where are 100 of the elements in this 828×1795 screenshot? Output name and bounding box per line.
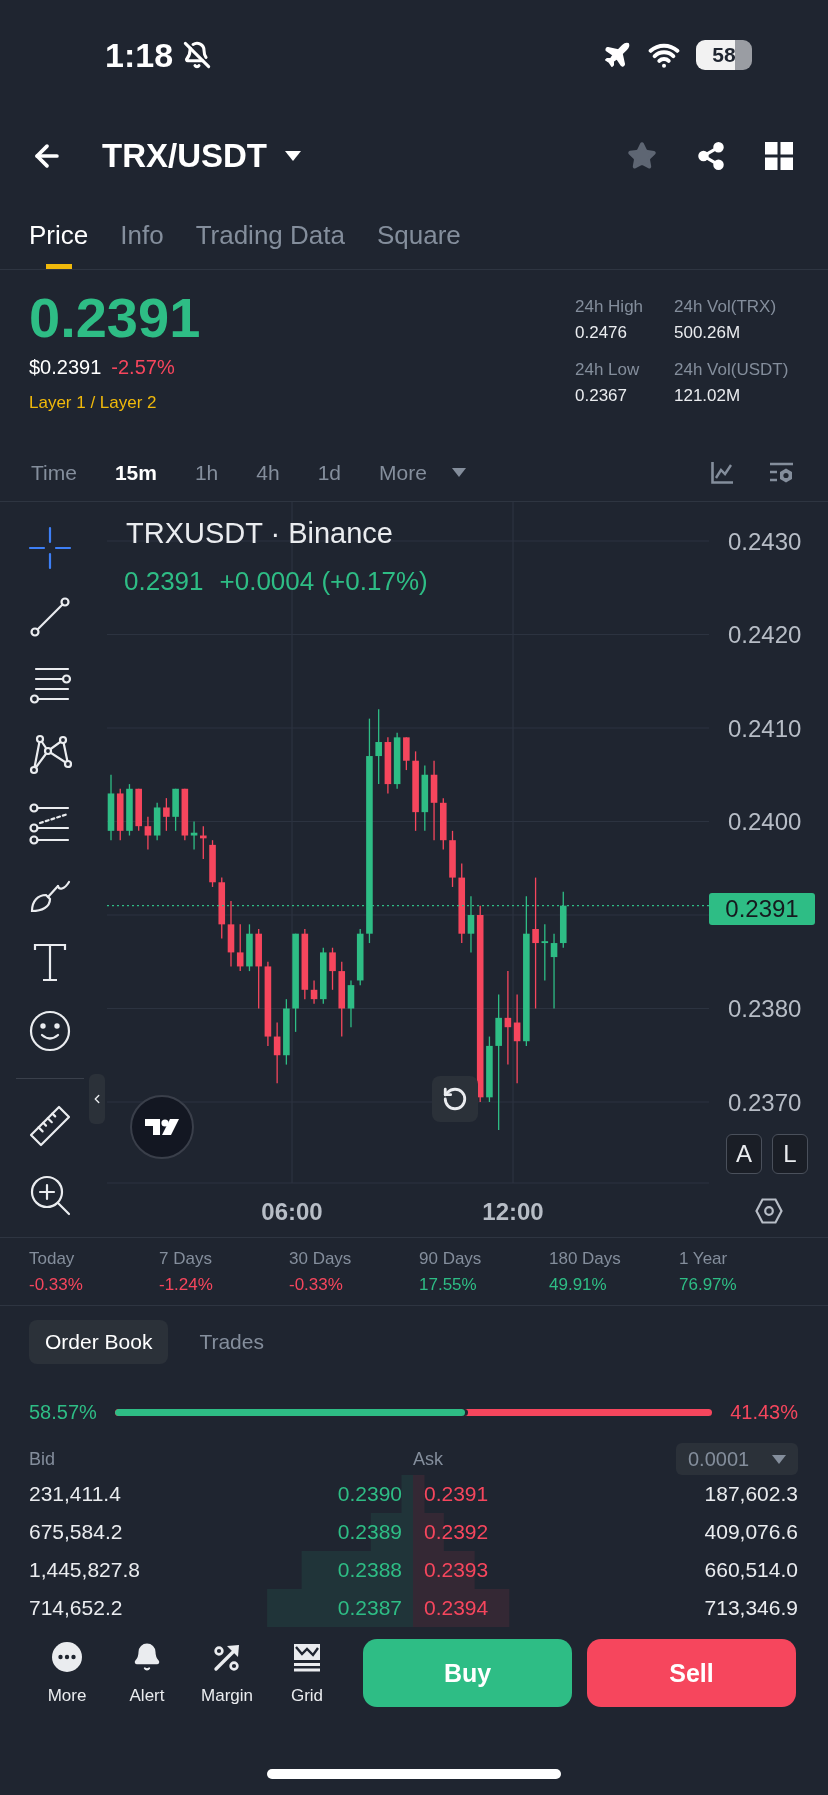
scale-button[interactable]: A (726, 1134, 762, 1174)
caret-icon (772, 1454, 786, 1464)
chart-logo-icon (130, 1095, 194, 1159)
bearish-candle (135, 788, 142, 832)
price-axis-label: 0.2370 (728, 1088, 802, 1116)
period-change: 17.55% (419, 1274, 477, 1295)
ruler-icon[interactable] (28, 1104, 72, 1148)
bullish-candle (421, 764, 429, 832)
scale-button[interactable]: L (772, 1134, 808, 1174)
rotate-icon (442, 1086, 468, 1112)
more-intervals-dropdown[interactable]: More (379, 460, 466, 485)
page-tab[interactable]: Trading Data (195, 202, 345, 269)
ask-amount: 713,346.9 (704, 1596, 798, 1620)
bearish-candle (449, 830, 456, 888)
ask-price: 0.2393 (424, 1558, 489, 1582)
bearish-candle (144, 816, 152, 851)
more-button[interactable]: More (27, 1642, 107, 1706)
grid-trading-button[interactable]: Grid (267, 1642, 347, 1706)
ask-amount: 660,514.0 (704, 1558, 798, 1582)
ask-amount: 187,602.3 (704, 1482, 798, 1506)
bearish-candle (181, 788, 189, 841)
precision-dropdown[interactable]: 0.0001 (676, 1443, 798, 1475)
period-change: 76.97% (679, 1274, 737, 1295)
bearish-candle (403, 736, 410, 771)
page-tab[interactable]: Info (120, 202, 164, 269)
chart-price-change: +0.0004 (+0.17%) (219, 566, 428, 597)
star-icon[interactable] (627, 141, 657, 171)
bell-off-icon (183, 41, 212, 69)
trend-line-icon[interactable] (28, 595, 72, 639)
interval-tab[interactable]: 15m (114, 460, 157, 485)
stat-label: 24h Vol(TRX) (674, 296, 777, 318)
price-change: -2.57% (111, 355, 175, 380)
ask-price: 0.2394 (424, 1596, 489, 1620)
crosshair-icon[interactable] (28, 526, 72, 570)
battery-indicator: 58 (696, 40, 752, 70)
category-link[interactable]: Layer 1 / Layer 2 (29, 392, 157, 414)
price-axis-label: 0.2420 (728, 621, 802, 648)
caret-icon (285, 151, 301, 161)
ask-amount: 409,076.6 (704, 1520, 798, 1544)
reset-chart-button[interactable] (432, 1076, 478, 1122)
bearish-candle (200, 825, 207, 860)
zoom-in-icon[interactable] (28, 1173, 72, 1217)
share-icon[interactable] (696, 141, 726, 171)
bearish-candle (440, 797, 447, 851)
period-change: 49.91% (549, 1274, 607, 1295)
stat-value: 121.02M (674, 385, 741, 407)
interval-tab[interactable]: 1h (194, 460, 219, 485)
interval-tab[interactable]: 4h (256, 460, 280, 485)
grid-icon[interactable] (765, 142, 793, 170)
price-axis-label: 0.2380 (728, 995, 802, 1022)
grid-chart-icon (292, 1642, 322, 1672)
bid-amount: 1,445,827.8 (29, 1558, 140, 1582)
price-axis-label: 0.2400 (728, 808, 802, 835)
settings-icon[interactable] (755, 1198, 783, 1224)
bearish-candle (329, 947, 336, 991)
page-tab[interactable]: Price (29, 202, 89, 269)
order-book-tab[interactable]: Order Book (29, 1320, 169, 1364)
bid-amount: 714,652.2 (29, 1596, 123, 1620)
level-lines-icon[interactable] (28, 802, 72, 846)
stat-label: 24h Vol(USDT) (674, 359, 789, 381)
bullish-candle (126, 783, 133, 837)
page-tab[interactable]: Square (376, 202, 461, 269)
stat-label: 24h High (575, 296, 644, 318)
alert-button[interactable]: Alert (107, 1642, 187, 1706)
bell-icon (132, 1642, 162, 1672)
buy-button[interactable]: Buy (363, 1639, 572, 1707)
collapse-handle[interactable] (89, 1074, 105, 1124)
bullish-candle (486, 1035, 493, 1103)
period-change: -0.33% (29, 1274, 83, 1295)
bearish-candle (209, 839, 216, 888)
price-axis-label: 0.2410 (728, 714, 802, 742)
bid-price: 0.2390 (337, 1482, 402, 1506)
ask-price: 0.2392 (424, 1520, 489, 1544)
bullish-candle (393, 732, 401, 790)
interval-tab[interactable]: 1d (317, 460, 341, 485)
margin-button[interactable]: Margin (187, 1642, 267, 1706)
bid-share-text: 58.57% (29, 1400, 97, 1424)
sell-button[interactable]: Sell (587, 1639, 796, 1707)
bullish-candle (320, 947, 327, 1005)
stat-value: 500.26M (674, 322, 741, 344)
bearish-candle (163, 797, 170, 832)
ask-price: 0.2391 (424, 1482, 489, 1506)
order-book-tab[interactable]: Trades (183, 1320, 280, 1364)
indicator-chart-icon[interactable] (710, 460, 734, 485)
last-price: 0.2391 (29, 288, 201, 348)
time-axis-label: 12:00 (482, 1197, 544, 1225)
bid-amount: 231,411.4 (29, 1482, 121, 1506)
pattern-icon[interactable] (28, 733, 72, 777)
interval-tab[interactable]: Time (31, 460, 77, 485)
pair-selector[interactable]: TRX/USDT (102, 137, 301, 175)
period-label: 7 Days (159, 1248, 212, 1269)
time-axis-label: 06:00 (261, 1197, 323, 1225)
ask-share-text: 41.43% (730, 1400, 798, 1424)
bearish-candle (384, 736, 392, 795)
current-price-badge: 0.2391 (709, 893, 815, 925)
stat-label: 24h Low (575, 359, 640, 381)
smiley-icon[interactable] (28, 1009, 72, 1053)
stat-value: 0.2476 (575, 322, 627, 344)
status-time: 1:18 (105, 35, 174, 75)
chart-settings-icon[interactable] (769, 460, 795, 485)
